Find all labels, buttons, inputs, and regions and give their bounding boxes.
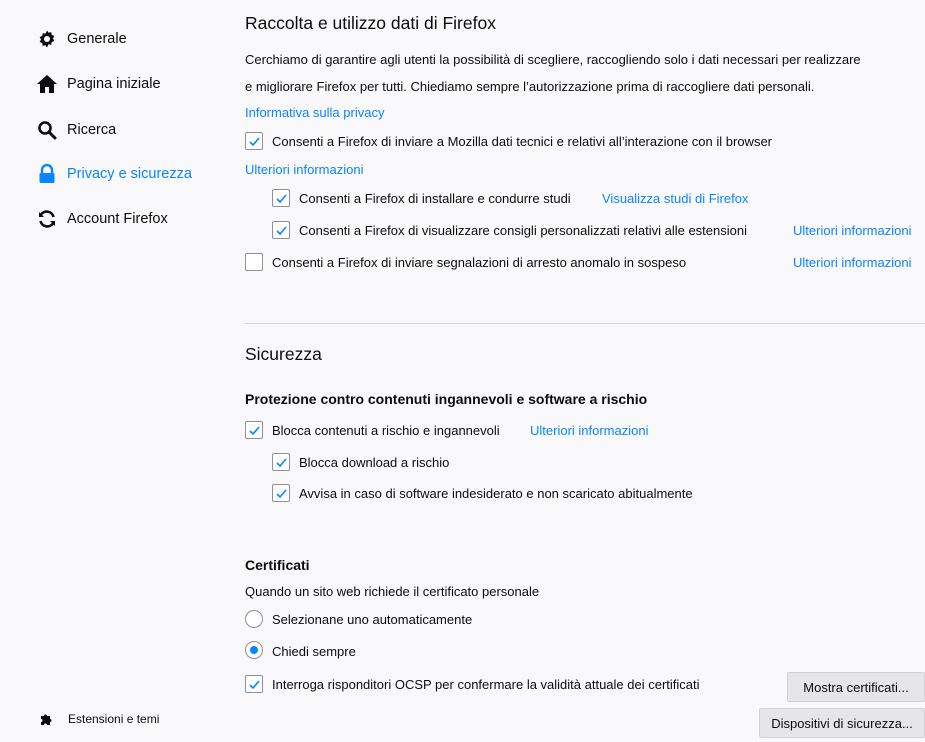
section-divider bbox=[245, 323, 925, 324]
crash-reports-label[interactable]: Consenti a Firefox di inviare segnalazio… bbox=[272, 255, 686, 270]
checkmark-icon bbox=[275, 457, 287, 467]
checkmark-icon bbox=[275, 225, 287, 235]
telemetry-label[interactable]: Consenti a Firefox di inviare a Mozilla … bbox=[272, 134, 772, 149]
checkmark-icon bbox=[248, 425, 260, 435]
certificates-description: Quando un sito web richiede il certifica… bbox=[245, 584, 540, 599]
studies-label[interactable]: Consenti a Firefox di installare e condu… bbox=[299, 191, 571, 206]
warn-unwanted-checkbox[interactable] bbox=[272, 484, 290, 502]
auto-select-label[interactable]: Selezionane uno automaticamente bbox=[272, 612, 472, 627]
data-collection-description-line1: Cerchiamo di garantire agli utenti la po… bbox=[245, 52, 861, 67]
block-downloads-checkbox[interactable] bbox=[272, 453, 290, 471]
checkmark-icon bbox=[248, 679, 260, 689]
warn-unwanted-label[interactable]: Avvisa in caso di software indesiderato … bbox=[299, 486, 693, 501]
view-certificates-button[interactable]: Mostra certificati... bbox=[787, 672, 925, 702]
data-collection-description-line2: e migliorare Firefox per tutti. Chiediam… bbox=[245, 79, 815, 94]
checkmark-icon bbox=[275, 193, 287, 203]
block-dangerous-checkbox[interactable] bbox=[245, 421, 263, 439]
view-studies-link[interactable]: Visualizza studi di Firefox bbox=[602, 191, 748, 206]
ocsp-checkbox[interactable] bbox=[245, 675, 263, 693]
section-title-security: Sicurezza bbox=[245, 344, 322, 364]
recommendations-learn-more-link[interactable]: Ulteriori informazioni bbox=[793, 223, 925, 238]
recommendations-label[interactable]: Consenti a Firefox di visualizzare consi… bbox=[299, 223, 747, 238]
telemetry-checkbox[interactable] bbox=[245, 132, 263, 150]
privacy-notice-link[interactable]: Informativa sulla privacy bbox=[245, 105, 384, 120]
block-dangerous-label[interactable]: Blocca contenuti a rischio e ingannevoli bbox=[272, 423, 500, 438]
protection-heading: Protezione contro contenuti ingannevoli … bbox=[245, 391, 648, 407]
auto-select-radio[interactable] bbox=[245, 610, 263, 628]
radio-selected-dot bbox=[250, 646, 258, 654]
studies-checkbox[interactable] bbox=[272, 189, 290, 207]
always-ask-label[interactable]: Chiedi sempre bbox=[272, 644, 356, 659]
security-devices-button[interactable]: Dispositivi di sicurezza... bbox=[759, 708, 925, 738]
always-ask-radio[interactable] bbox=[245, 641, 263, 659]
section-title-data-collection: Raccolta e utilizzo dati di Firefox bbox=[245, 13, 496, 33]
recommendations-checkbox[interactable] bbox=[272, 221, 290, 239]
main-content: Raccolta e utilizzo dati di Firefox Cerc… bbox=[0, 0, 925, 742]
ocsp-label[interactable]: Interroga risponditori OCSP per conferma… bbox=[272, 677, 700, 692]
block-dangerous-learn-more-link[interactable]: Ulteriori informazioni bbox=[530, 423, 648, 438]
telemetry-learn-more-link[interactable]: Ulteriori informazioni bbox=[245, 162, 363, 177]
crash-reports-checkbox[interactable] bbox=[245, 253, 263, 271]
block-downloads-label[interactable]: Blocca download a rischio bbox=[299, 455, 449, 470]
checkmark-icon bbox=[275, 488, 287, 498]
checkmark-icon bbox=[248, 136, 260, 146]
crash-reports-learn-more-link[interactable]: Ulteriori informazioni bbox=[793, 255, 925, 270]
certificates-heading: Certificati bbox=[245, 557, 310, 573]
